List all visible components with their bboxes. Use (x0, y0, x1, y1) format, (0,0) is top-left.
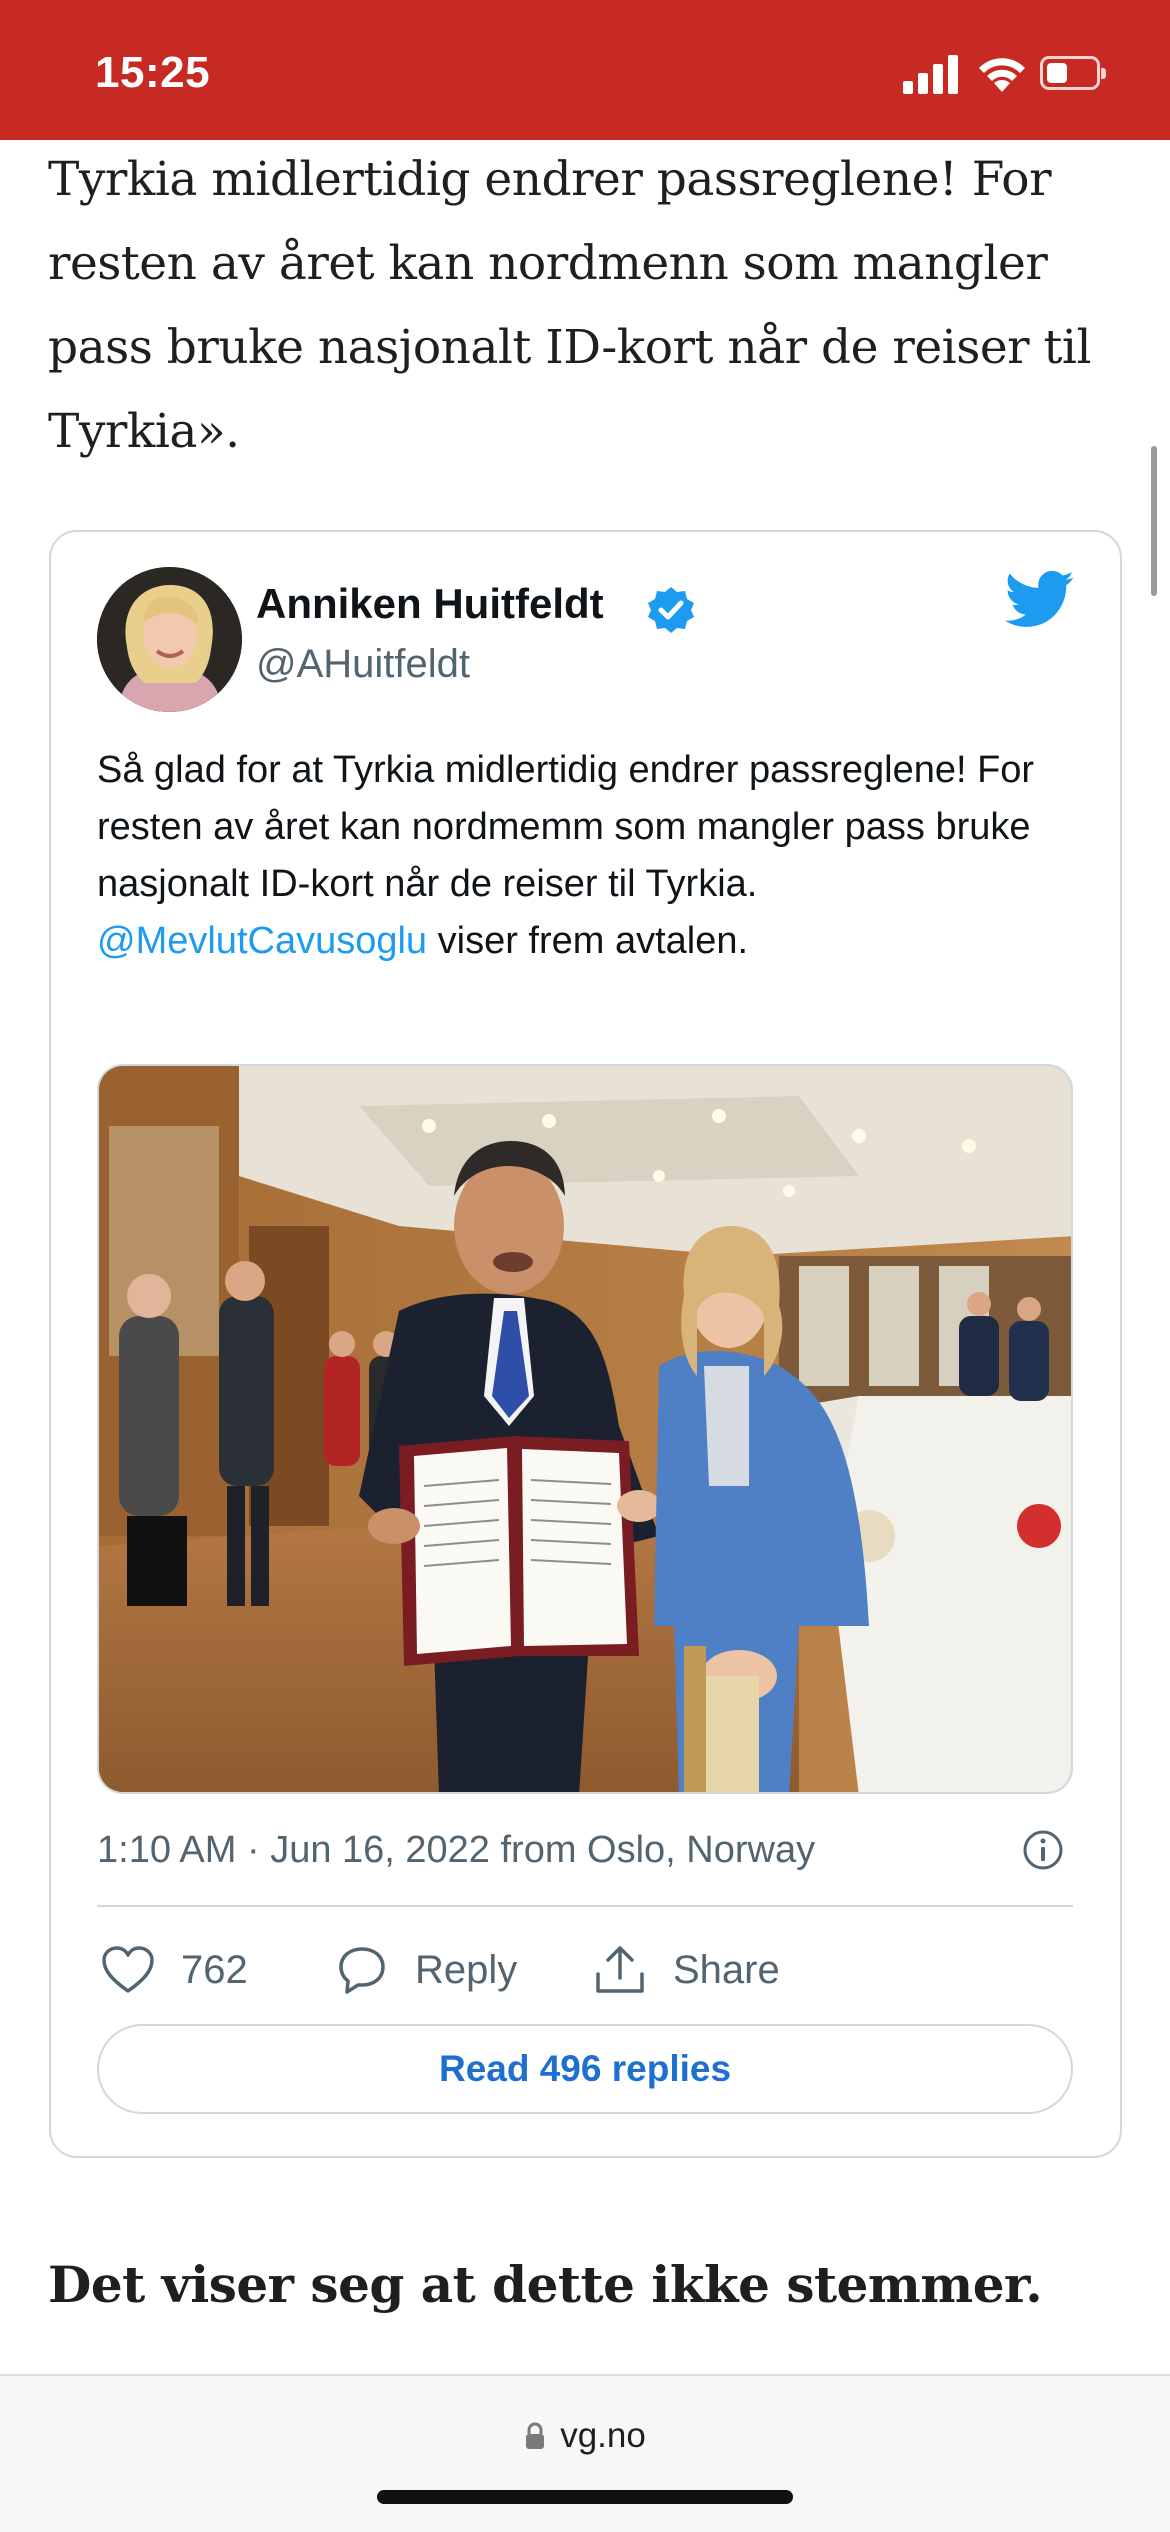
tweet-photo[interactable] (97, 1064, 1073, 1794)
url-text: vg.no (560, 2416, 646, 2455)
tweet-mention-link[interactable]: @MevlutCavusoglu (97, 920, 427, 962)
tweet-divider (97, 1905, 1073, 1907)
share-icon (596, 1946, 644, 1993)
article-paragraph: Tyrkia midlertidig endrer passreglene! F… (48, 152, 1092, 459)
reply-label: Reply (415, 1947, 518, 1992)
article-heading: Det viser seg at dette ikke stemmer. (48, 2255, 1043, 2314)
battery-icon (1040, 56, 1106, 90)
wifi-icon (979, 58, 1025, 92)
browser-bottom-bar: vg.no (0, 2374, 1170, 2532)
url-bar[interactable]: vg.no (0, 2416, 1170, 2456)
heart-icon (102, 1946, 154, 1993)
author-handle[interactable]: @AHuitfeldt (256, 642, 470, 687)
info-icon[interactable] (1021, 1828, 1065, 1872)
twitter-bird-icon[interactable] (1005, 570, 1075, 630)
share-label: Share (673, 1947, 780, 1992)
home-indicator[interactable] (377, 2490, 793, 2504)
like-button[interactable]: 762 (101, 1938, 248, 2002)
verified-badge-icon (648, 587, 694, 633)
tweet-timestamp[interactable]: 1:10 AM · Jun 16, 2022 from Oslo, Norway (97, 1829, 815, 1872)
read-replies-button[interactable]: Read 496 replies (97, 2024, 1073, 2114)
status-time: 15:25 (95, 48, 211, 97)
tweet-text-tail: viser frem avtalen. (427, 920, 749, 962)
scroll-indicator[interactable] (1151, 446, 1157, 596)
cellular-signal-icon (903, 54, 959, 94)
comment-icon (339, 1947, 385, 1994)
author-name[interactable]: Anniken Huitfeldt (256, 580, 604, 628)
author-avatar[interactable] (97, 567, 242, 712)
share-button[interactable]: Share (593, 1938, 780, 2002)
embedded-tweet[interactable]: Anniken Huitfeldt @AHuitfeldt Så glad fo… (49, 530, 1122, 2158)
tweet-text: Så glad for at Tyrkia midlertidig endrer… (97, 742, 1087, 970)
tweet-text-body: Så glad for at Tyrkia midlertidig endrer… (97, 749, 1035, 905)
reply-button[interactable]: Reply (335, 1938, 517, 2002)
lock-icon (526, 2422, 545, 2449)
like-count: 762 (181, 1947, 248, 1992)
status-bar: 15:25 (0, 0, 1170, 140)
